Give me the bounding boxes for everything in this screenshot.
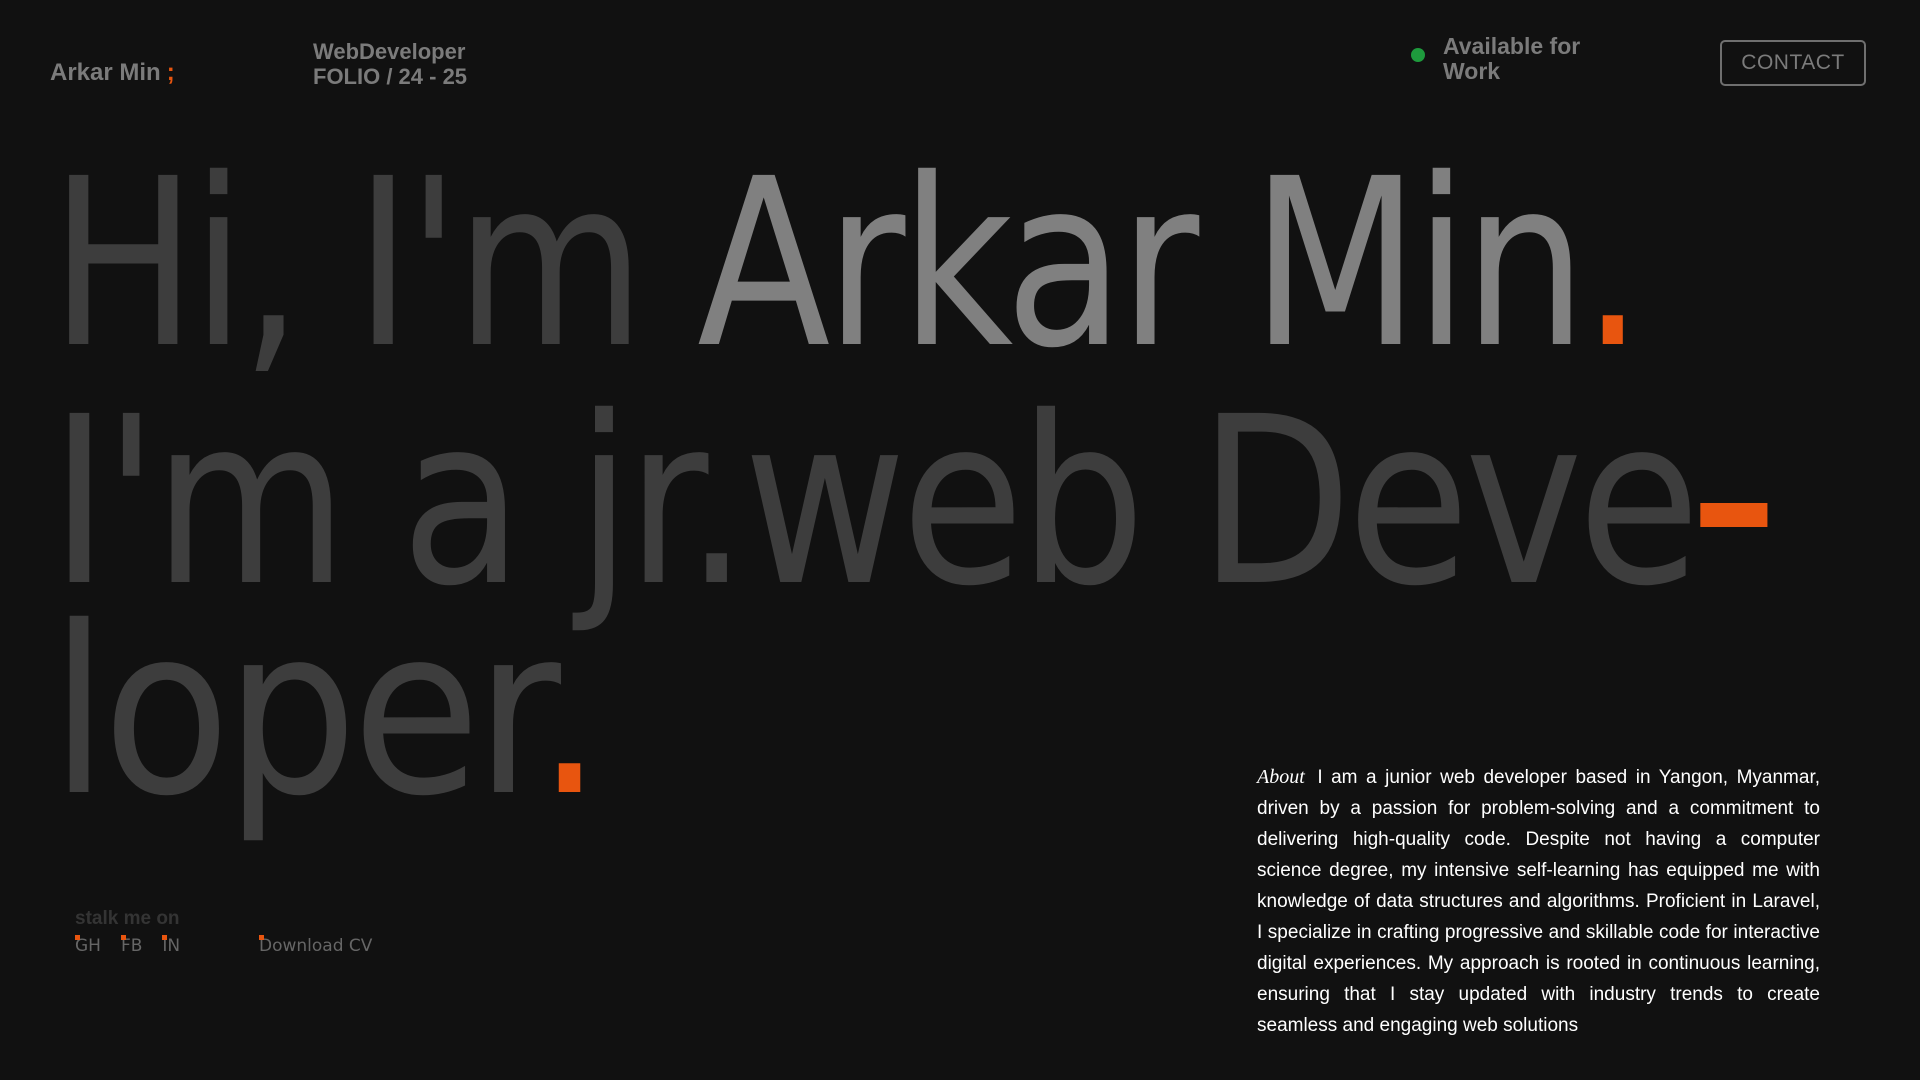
brand-name: Arkar Min — [50, 59, 161, 86]
brand[interactable]: Arkar Min; — [50, 59, 175, 87]
download-cv-link[interactable]: Download CV — [259, 935, 372, 956]
brand-mark: ; — [166, 59, 175, 86]
hero-name-period: . — [1581, 129, 1644, 399]
role-title: WebDeveloper — [313, 39, 466, 64]
social-links: GH FB IN — [75, 935, 200, 956]
social-link-linkedin[interactable]: IN — [162, 935, 180, 956]
hyphen-accent — [1700, 502, 1768, 527]
about-label: About — [1257, 766, 1305, 788]
social-link-facebook[interactable]: FB — [120, 935, 142, 956]
hero-role-text-end: loper — [50, 577, 542, 847]
hero-name: Arkar Min — [697, 129, 1587, 399]
folio-year: FOLIO / 24 - 25 — [313, 64, 468, 89]
hero-role-period: . — [536, 577, 602, 847]
social-link-github[interactable]: GH — [75, 935, 101, 956]
social-heading: stalk me on — [75, 908, 180, 929]
role-tagline: WebDeveloper FOLIO / 24 - 25 — [313, 39, 467, 89]
hero-role-line-end: loper. — [50, 596, 603, 828]
contact-button[interactable]: CONTACT — [1720, 40, 1866, 86]
hero-greeting: Hi, I'm Arkar Min. — [50, 148, 1644, 380]
availability-status: Available for Work — [1411, 34, 1603, 84]
availability-label: Available for Work — [1443, 33, 1581, 84]
status-dot-icon — [1411, 48, 1425, 62]
about-section: About I am a junior web developer based … — [1257, 762, 1820, 1041]
about-text: I am a junior web developer based in Yan… — [1257, 767, 1821, 1036]
hero-greeting-prefix: Hi, I'm — [50, 129, 698, 399]
